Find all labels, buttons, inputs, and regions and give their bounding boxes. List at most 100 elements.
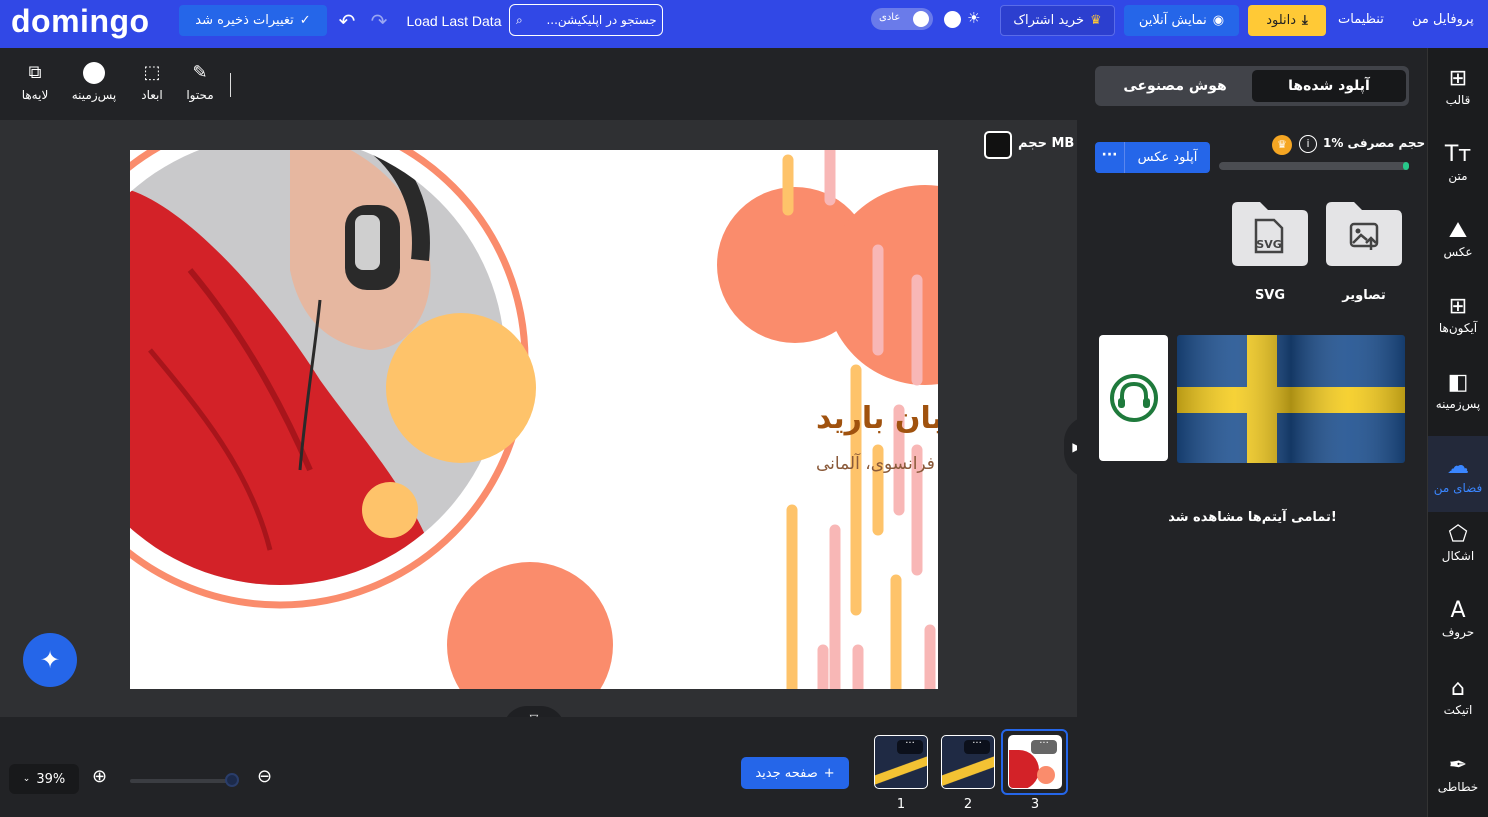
sidebar-item-label: فضای من bbox=[1433, 481, 1483, 495]
calligraphy-icon: ✒ bbox=[1448, 753, 1468, 778]
subscribe-label: خرید اشتراک bbox=[1013, 13, 1084, 28]
sidebar-item-text[interactable]: Tт متن bbox=[1428, 124, 1488, 200]
sidebar-item-label: حروف bbox=[1441, 625, 1475, 639]
mode-toggle[interactable]: عادی bbox=[871, 8, 933, 30]
theme-toggle-knob bbox=[944, 11, 961, 28]
page-thumbnail-2[interactable]: ··· bbox=[941, 735, 995, 789]
content-label: محتوا bbox=[186, 88, 214, 102]
usage-progress-fill bbox=[1403, 162, 1409, 170]
live-preview-label: نمایش آنلاین bbox=[1138, 13, 1207, 28]
search-input[interactable] bbox=[526, 13, 657, 27]
search-box[interactable]: ⌕ bbox=[509, 4, 663, 36]
top-bar: domingo تغییرات ذخیره شد ✓ ↶ ↷ Load Last… bbox=[0, 0, 1488, 48]
upload-more-button[interactable]: ··· bbox=[1095, 142, 1125, 173]
zoom-out-button[interactable]: ⊖ bbox=[257, 766, 272, 787]
text-icon: Tт bbox=[1444, 142, 1472, 167]
sidebar-item-label: اتیکت bbox=[1443, 703, 1473, 717]
sidebar-item-template[interactable]: ⊞ قالب bbox=[1428, 48, 1488, 124]
zoom-slider[interactable] bbox=[130, 779, 236, 783]
background-color-icon bbox=[69, 62, 119, 84]
usage-label: حجم مصرفی %1 bbox=[1323, 136, 1426, 150]
image-folder-icon[interactable] bbox=[1326, 202, 1402, 266]
check-icon: ✓ bbox=[299, 13, 311, 28]
sidebar-item-label: خطاطی bbox=[1437, 780, 1479, 794]
sidebar-item-label: آیکون‌ها bbox=[1438, 321, 1478, 335]
svg-folder-icon[interactable]: SVG bbox=[1232, 202, 1308, 266]
page-more-button[interactable]: ··· bbox=[897, 739, 923, 754]
design-artboard[interactable]: موسسه زبان بارید انگلیسی، فرانسوی، آلمان… bbox=[130, 150, 938, 689]
mode-toggle-knob bbox=[913, 11, 929, 27]
design-title[interactable]: موسسه زبان بارید bbox=[816, 401, 938, 436]
undo-button[interactable]: ↶ bbox=[334, 5, 360, 36]
zoom-slider-thumb[interactable] bbox=[225, 773, 239, 787]
theme-toggle[interactable]: ☀ bbox=[941, 8, 987, 30]
sun-icon: ☀ bbox=[967, 9, 981, 27]
upload-photo-button[interactable]: ··· آپلود عکس bbox=[1095, 142, 1210, 173]
sidebar-item-calligraphy[interactable]: ✒ خطاطی bbox=[1428, 735, 1488, 811]
sidebar-item-label: متن bbox=[1448, 169, 1468, 183]
uploaded-logo-asset[interactable] bbox=[1099, 335, 1168, 461]
tab-ai[interactable]: هوش مصنوعی bbox=[1103, 70, 1247, 102]
magic-wand-button[interactable]: ✦ bbox=[23, 633, 77, 687]
tab-uploads[interactable]: آپلود شده‌ها bbox=[1252, 70, 1406, 102]
svg-folder-label: SVG bbox=[1254, 288, 1286, 303]
calculator-icon[interactable] bbox=[984, 131, 1012, 159]
layers-tool[interactable]: ⧉ لایه‌ها bbox=[10, 62, 60, 102]
dimensions-tool[interactable]: ⬚ ابعاد bbox=[127, 62, 177, 102]
load-last-data-button[interactable]: Load Last Data bbox=[403, 5, 505, 36]
redo-button[interactable]: ↷ bbox=[366, 5, 392, 36]
file-size-label: حجم MB bbox=[1018, 136, 1075, 151]
page-more-button[interactable]: ··· bbox=[1031, 739, 1057, 754]
page-thumbnail-1[interactable]: ··· bbox=[874, 735, 928, 789]
sidebar-item-background[interactable]: ◧ پس‌زمینه bbox=[1428, 352, 1488, 428]
svg-badge-text: SVG bbox=[1256, 238, 1281, 251]
sidebar-item-shapes[interactable]: ⬠ اشکال bbox=[1428, 504, 1488, 580]
settings-link[interactable]: تنظیمات bbox=[1338, 12, 1384, 27]
sidebar-item-icons[interactable]: ⊞ آیکون‌ها bbox=[1428, 276, 1488, 352]
icons-grid-icon: ⊞ bbox=[1448, 294, 1468, 319]
plus-icon: + bbox=[823, 765, 835, 781]
uploaded-sweden-flag-asset[interactable] bbox=[1177, 335, 1405, 463]
background-icon: ◧ bbox=[1447, 370, 1469, 395]
zoom-value: 39% bbox=[36, 771, 66, 787]
profile-link[interactable]: پروفایل من bbox=[1412, 12, 1474, 27]
sweden-flag-image bbox=[1177, 335, 1405, 463]
upload-photo-label: آپلود عکس bbox=[1137, 150, 1198, 165]
live-preview-button[interactable]: نمایش آنلاین ◉ bbox=[1124, 5, 1239, 36]
cloud-upload-icon: ☁ bbox=[1447, 454, 1469, 479]
domingo-logo[interactable]: domingo bbox=[11, 3, 150, 40]
new-page-button[interactable]: صفحه جدید + bbox=[741, 757, 849, 789]
info-icon[interactable]: i bbox=[1299, 135, 1317, 153]
usage-progress-bar bbox=[1219, 162, 1409, 170]
magic-wand-icon: ✦ bbox=[39, 646, 61, 674]
background-tool[interactable]: پس‌زمینه bbox=[69, 62, 119, 102]
premium-crown-icon[interactable]: ♛ bbox=[1272, 135, 1292, 155]
save-status-button[interactable]: تغییرات ذخیره شد ✓ bbox=[179, 5, 327, 36]
sidebar-item-label: پس‌زمینه bbox=[1435, 397, 1481, 411]
sidebar-item-my-space[interactable]: ☁ فضای من bbox=[1428, 436, 1488, 512]
page-number: 2 bbox=[963, 797, 973, 812]
background-label: پس‌زمینه bbox=[71, 88, 117, 102]
thumb-circle bbox=[1037, 766, 1055, 784]
sidebar-item-fonts[interactable]: A حروف bbox=[1428, 580, 1488, 656]
content-tool[interactable]: ✎ محتوا bbox=[175, 62, 225, 102]
sidebar-item-photo[interactable]: ⛰ عکس bbox=[1428, 200, 1488, 276]
sidebar-item-tags[interactable]: ⌂ اتیکت bbox=[1428, 658, 1488, 734]
dimensions-icon: ⬚ bbox=[143, 62, 161, 83]
download-button[interactable]: دانلود ⤓ bbox=[1248, 5, 1326, 36]
zoom-in-icon: ⊕ bbox=[92, 766, 108, 787]
zoom-in-button[interactable]: ⊕ bbox=[92, 766, 107, 787]
sidebar-item-label: قالب bbox=[1445, 93, 1471, 107]
page-number: 3 bbox=[1030, 797, 1040, 812]
page-more-button[interactable]: ··· bbox=[964, 739, 990, 754]
sidebar-item-label: عکس bbox=[1443, 245, 1473, 259]
design-subtitle[interactable]: انگلیسی، فرانسوی، آلمانی bbox=[816, 452, 938, 474]
design-graphic: موسسه زبان بارید انگلیسی، فرانسوی، آلمان… bbox=[130, 150, 938, 689]
edit-icon: ✎ bbox=[192, 62, 208, 83]
chevron-down-icon: ⌄ bbox=[22, 774, 31, 784]
photo-icon: ⛰ bbox=[1448, 218, 1468, 243]
images-folder-label: تصاویر bbox=[1342, 288, 1386, 303]
page-thumbnail-3[interactable]: ··· bbox=[1008, 735, 1062, 789]
subscribe-button[interactable]: خرید اشتراک ♛ bbox=[1000, 5, 1115, 36]
zoom-select[interactable]: ⌄ 39% bbox=[9, 764, 79, 794]
